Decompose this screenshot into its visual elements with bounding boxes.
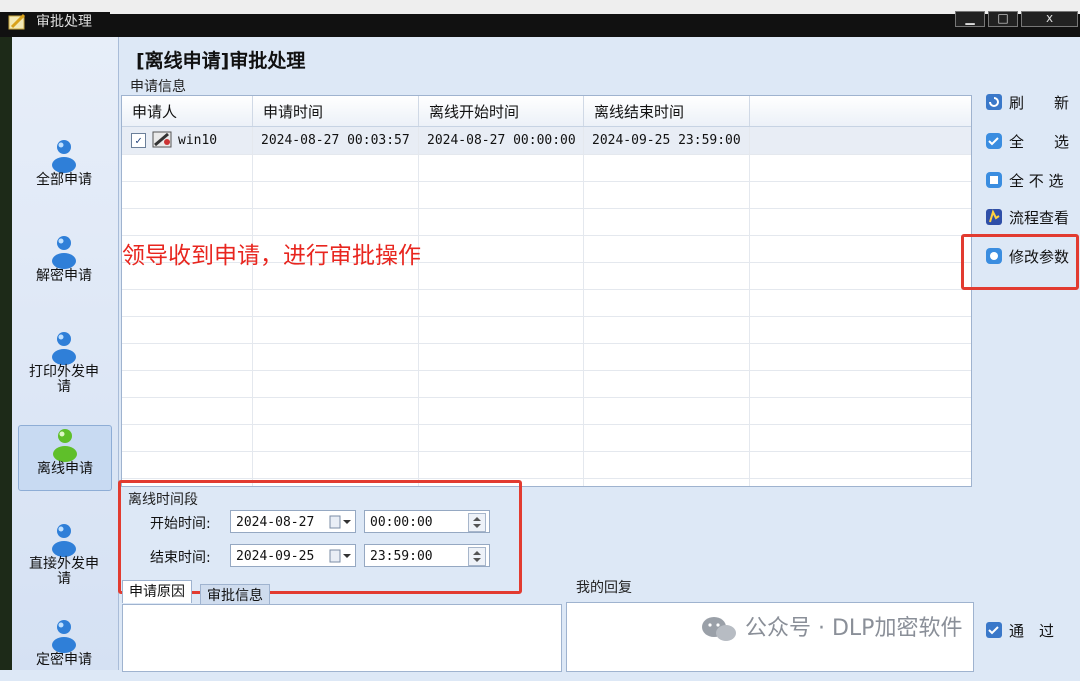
tab-apply-reason[interactable]: 申请原因 <box>122 580 192 603</box>
my-reply-label: 我的回复 <box>576 580 632 596</box>
uncheck-icon <box>986 172 1002 188</box>
minimize-button[interactable]: ▁ <box>955 11 985 27</box>
nav-label: 定密申请 <box>36 652 92 668</box>
nav-classification-requests[interactable]: 定密申请 <box>18 617 110 681</box>
select-none-button[interactable]: 全 不 选 <box>985 168 1077 192</box>
watermark-text: 公众号 · DLP加密软件 <box>745 616 963 641</box>
highlight-box-period <box>118 480 522 594</box>
request-table[interactable]: 申请人 申请时间 离线开始时间 离线结束时间 ✓ win10 2024-08-2… <box>121 95 972 487</box>
window-title: 审批处理 <box>36 14 92 30</box>
close-button[interactable]: x <box>1021 11 1078 27</box>
offline-start-cell: 2024-08-27 00:00:00 <box>419 127 584 154</box>
computer-user-icon <box>152 131 172 148</box>
grid-line <box>418 127 419 486</box>
select-all-button[interactable]: 全 选 <box>985 129 1077 153</box>
row-checkbox[interactable]: ✓ <box>131 133 146 148</box>
nav-label: 离线申请 <box>37 461 93 477</box>
nav-label: 解密申请 <box>36 268 92 284</box>
apply-time-cell: 2024-08-27 00:03:57 <box>253 127 419 154</box>
nav-offline-requests[interactable]: 离线申请 <box>18 425 112 491</box>
pencil-icon <box>8 13 26 30</box>
empty-row <box>122 397 971 425</box>
refresh-button[interactable]: 刷 新 <box>985 90 1077 114</box>
process-view-button[interactable]: 流程查看 <box>985 205 1077 229</box>
empty-row <box>122 208 971 236</box>
user-icon <box>52 524 76 557</box>
empty-row <box>122 424 971 452</box>
apply-reason-text[interactable] <box>122 604 562 672</box>
refresh-icon <box>986 94 1002 110</box>
empty-row <box>122 316 971 344</box>
nav-label: 直接外发申请 <box>29 556 99 587</box>
empty-row <box>122 181 971 209</box>
offline-end-cell: 2024-09-25 23:59:00 <box>584 127 750 154</box>
select-none-label: 全 不 选 <box>1009 172 1064 190</box>
grid-line <box>583 127 584 486</box>
empty-row <box>122 451 971 479</box>
grid-line <box>252 127 253 486</box>
refresh-label: 刷 新 <box>1009 94 1070 112</box>
user-icon <box>52 236 76 269</box>
highlight-box-modify <box>961 234 1079 290</box>
applicant-cell: ✓ win10 <box>122 127 253 154</box>
user-icon <box>52 332 76 365</box>
process-view-label: 流程查看 <box>1009 209 1070 227</box>
nav-all-requests[interactable]: 全部申请 <box>18 137 110 201</box>
nav-print-outgoing-requests[interactable]: 打印外发申请 <box>18 329 110 395</box>
empty-row <box>122 343 971 371</box>
column-apply-time[interactable]: 申请时间 <box>253 96 419 126</box>
table-row[interactable]: ✓ win10 2024-08-27 00:03:57 2024-08-27 0… <box>122 127 971 155</box>
table-header: 申请人 申请时间 离线开始时间 离线结束时间 <box>122 96 971 127</box>
approve-label: 通 过 <box>1009 622 1055 640</box>
flow-icon <box>986 209 1002 225</box>
user-icon <box>53 429 77 462</box>
empty-row <box>122 370 971 398</box>
column-applicant[interactable]: 申请人 <box>122 96 253 126</box>
desktop-edge <box>0 37 12 670</box>
column-offline-end[interactable]: 离线结束时间 <box>584 96 750 126</box>
grid-line <box>749 127 750 486</box>
nav-label: 全部申请 <box>36 172 92 188</box>
sidebar: 全部申请 解密申请 打印外发申请 离线申请 直接外发申请 定密申请 <box>12 37 119 670</box>
user-icon <box>52 620 76 653</box>
user-icon <box>52 140 76 173</box>
page-title: [离线申请]审批处理 <box>136 50 306 72</box>
select-all-label: 全 选 <box>1009 133 1070 151</box>
title-bar: 审批处理 ▁ □ x <box>0 0 1080 37</box>
column-offline-start[interactable]: 离线开始时间 <box>419 96 584 126</box>
nav-label: 打印外发申请 <box>29 364 99 395</box>
approve-button[interactable]: 通 过 <box>985 618 1077 642</box>
annotation-text: 领导收到申请，进行审批操作 <box>122 243 421 269</box>
apply-info-label: 申请信息 <box>130 79 186 95</box>
maximize-button[interactable]: □ <box>988 11 1018 27</box>
title-bar-top-strip <box>0 0 1080 14</box>
check-icon <box>986 133 1002 149</box>
nav-direct-outgoing-requests[interactable]: 直接外发申请 <box>18 521 110 587</box>
wechat-icon <box>702 617 736 641</box>
approve-icon <box>986 622 1002 638</box>
empty-row <box>122 289 971 317</box>
applicant-name: win10 <box>178 133 218 148</box>
watermark: 公众号 · DLP加密软件 <box>700 610 962 643</box>
empty-row <box>122 154 971 182</box>
nav-decrypt-requests[interactable]: 解密申请 <box>18 233 110 297</box>
